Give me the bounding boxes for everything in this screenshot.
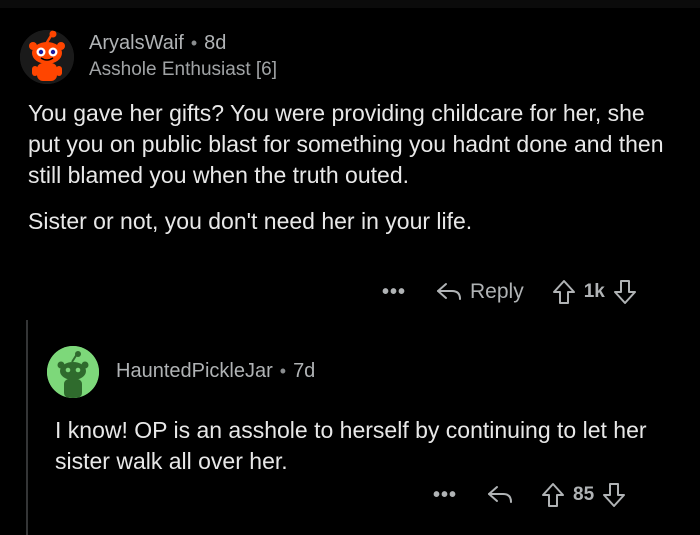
comment-body: You gave her gifts? You were providing c…	[28, 98, 668, 252]
vote-count: 85	[573, 484, 595, 505]
reply-arrow-icon	[488, 486, 513, 503]
comment-author[interactable]: HauntedPickleJar	[116, 360, 273, 382]
comment-meta: AryalsWaif • 8d	[89, 32, 226, 55]
downvote-arrow-icon[interactable]	[602, 482, 626, 508]
avatar-snoo-icon[interactable]	[47, 346, 99, 398]
vote-count: 1k	[583, 281, 605, 302]
downvote-arrow-icon[interactable]	[613, 279, 637, 305]
reply-label: Reply	[470, 280, 524, 303]
avatar-snoo-icon[interactable]	[20, 30, 74, 84]
meta-separator: •	[190, 33, 198, 53]
more-options-icon[interactable]: •••	[433, 484, 457, 507]
thread-line[interactable]	[26, 320, 28, 535]
comment-actions: ••• 85	[433, 482, 626, 508]
comment-paragraph: You gave her gifts? You were providing c…	[28, 100, 664, 188]
reply-arrow-icon	[437, 283, 462, 300]
comment-author[interactable]: AryalsWaif	[89, 32, 184, 54]
vote-control: 85	[541, 482, 626, 508]
comment-body: I know! OP is an asshole to herself by c…	[55, 417, 647, 474]
vote-control: 1k	[552, 279, 637, 305]
comment-age: 8d	[204, 32, 227, 54]
reply-button[interactable]	[487, 484, 513, 506]
top-bar	[0, 0, 700, 8]
reply-button[interactable]: Reply	[436, 280, 524, 304]
comment-meta: HauntedPickleJar • 7d	[116, 360, 315, 383]
comment-age: 7d	[293, 360, 316, 382]
user-flair: Asshole Enthusiast [6]	[89, 59, 277, 80]
more-options-icon[interactable]: •••	[382, 281, 406, 304]
upvote-arrow-icon[interactable]	[541, 482, 565, 508]
meta-separator: •	[279, 361, 287, 381]
upvote-arrow-icon[interactable]	[552, 279, 576, 305]
comment-actions: ••• Reply 1k	[382, 279, 637, 305]
comment-paragraph: Sister or not, you don't need her in you…	[28, 208, 473, 234]
